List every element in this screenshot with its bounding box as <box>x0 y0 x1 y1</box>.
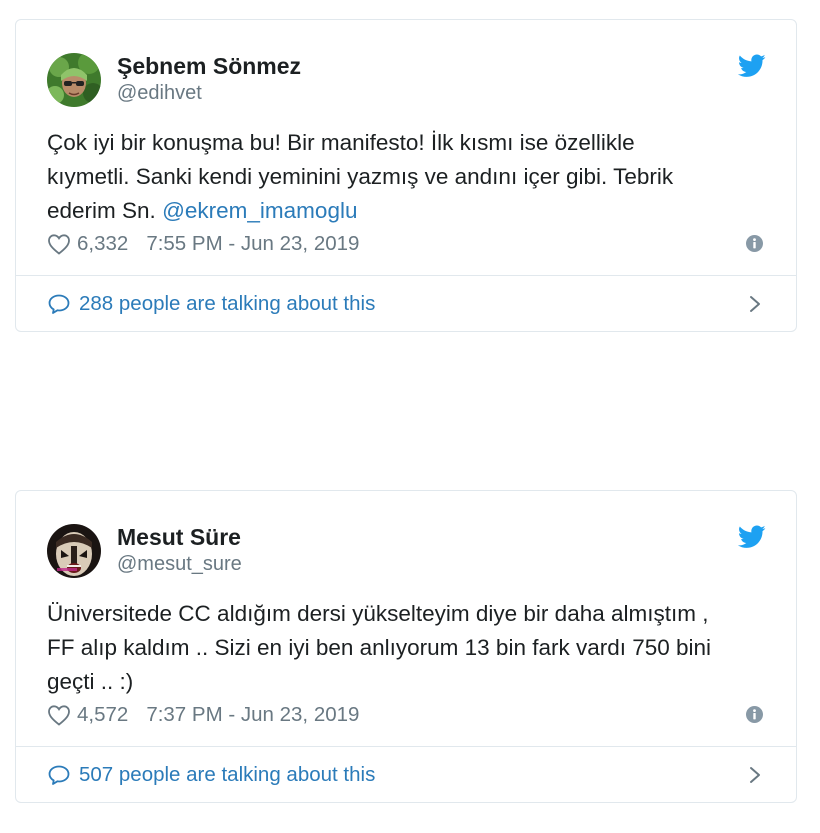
avatar[interactable] <box>47 524 101 578</box>
tweet-text-fragment: ederim Sn. <box>47 198 163 223</box>
author-handle[interactable]: @mesut_sure <box>117 553 242 576</box>
tweet-card[interactable]: Mesut Süre @mesut_sure Üniversitede CC a… <box>15 490 797 803</box>
tweet-text: Üniversitede CC aldığım dersi yükselteyi… <box>47 597 777 699</box>
talking-count-label[interactable]: 507 people are talking about this <box>79 763 375 787</box>
twitter-bird-icon[interactable] <box>738 54 766 78</box>
tweet-text-line: Çok iyi bir konuşma bu! Bir manifesto! İ… <box>47 130 635 155</box>
mention-link[interactable]: @ekrem_imamoglu <box>162 198 357 223</box>
talking-count-label[interactable]: 288 people are talking about this <box>79 292 375 316</box>
chevron-right-icon[interactable] <box>748 765 762 785</box>
tweet-text-line: kıymetli. Sanki kendi yeminini yazmış ve… <box>47 164 674 189</box>
conversation-link[interactable]: 288 people are talking about this <box>47 290 796 318</box>
author-handle[interactable]: @edihvet <box>117 82 202 105</box>
tweet-text-line: FF alıp kaldım .. Sizi en iyi ben anlıyo… <box>47 635 712 660</box>
info-icon[interactable] <box>746 235 763 252</box>
speech-bubble-icon <box>48 765 70 785</box>
tweet-text-line: geçti .. :) <box>47 669 134 694</box>
avatar[interactable] <box>47 53 101 107</box>
speech-bubble-icon <box>48 294 70 314</box>
conversation-link[interactable]: 507 people are talking about this <box>47 761 796 789</box>
author-name[interactable]: Mesut Süre <box>117 524 241 551</box>
like-count[interactable]: 4,572 <box>77 703 128 727</box>
tweet-meta: 6,332 7:55 PM - Jun 23, 2019 <box>47 230 359 258</box>
heart-icon[interactable] <box>47 233 71 255</box>
chevron-right-icon[interactable] <box>748 294 762 314</box>
divider <box>16 275 796 276</box>
divider <box>16 746 796 747</box>
like-count[interactable]: 6,332 <box>77 232 128 256</box>
tweet-text-line: ederim Sn. @ekrem_imamoglu <box>47 194 777 228</box>
timestamp[interactable]: 7:37 PM - Jun 23, 2019 <box>146 703 359 727</box>
tweet-text-line: Üniversitede CC aldığım dersi yükselteyi… <box>47 601 709 626</box>
tweet-meta: 4,572 7:37 PM - Jun 23, 2019 <box>47 701 359 729</box>
tweet-text: Çok iyi bir konuşma bu! Bir manifesto! İ… <box>47 126 777 228</box>
author-name[interactable]: Şebnem Sönmez <box>117 53 301 80</box>
info-icon[interactable] <box>746 706 763 723</box>
twitter-bird-icon[interactable] <box>738 525 766 549</box>
timestamp[interactable]: 7:55 PM - Jun 23, 2019 <box>146 232 359 256</box>
heart-icon[interactable] <box>47 704 71 726</box>
tweet-card[interactable]: Şebnem Sönmez @edihvet Çok iyi bir konuş… <box>15 19 797 332</box>
